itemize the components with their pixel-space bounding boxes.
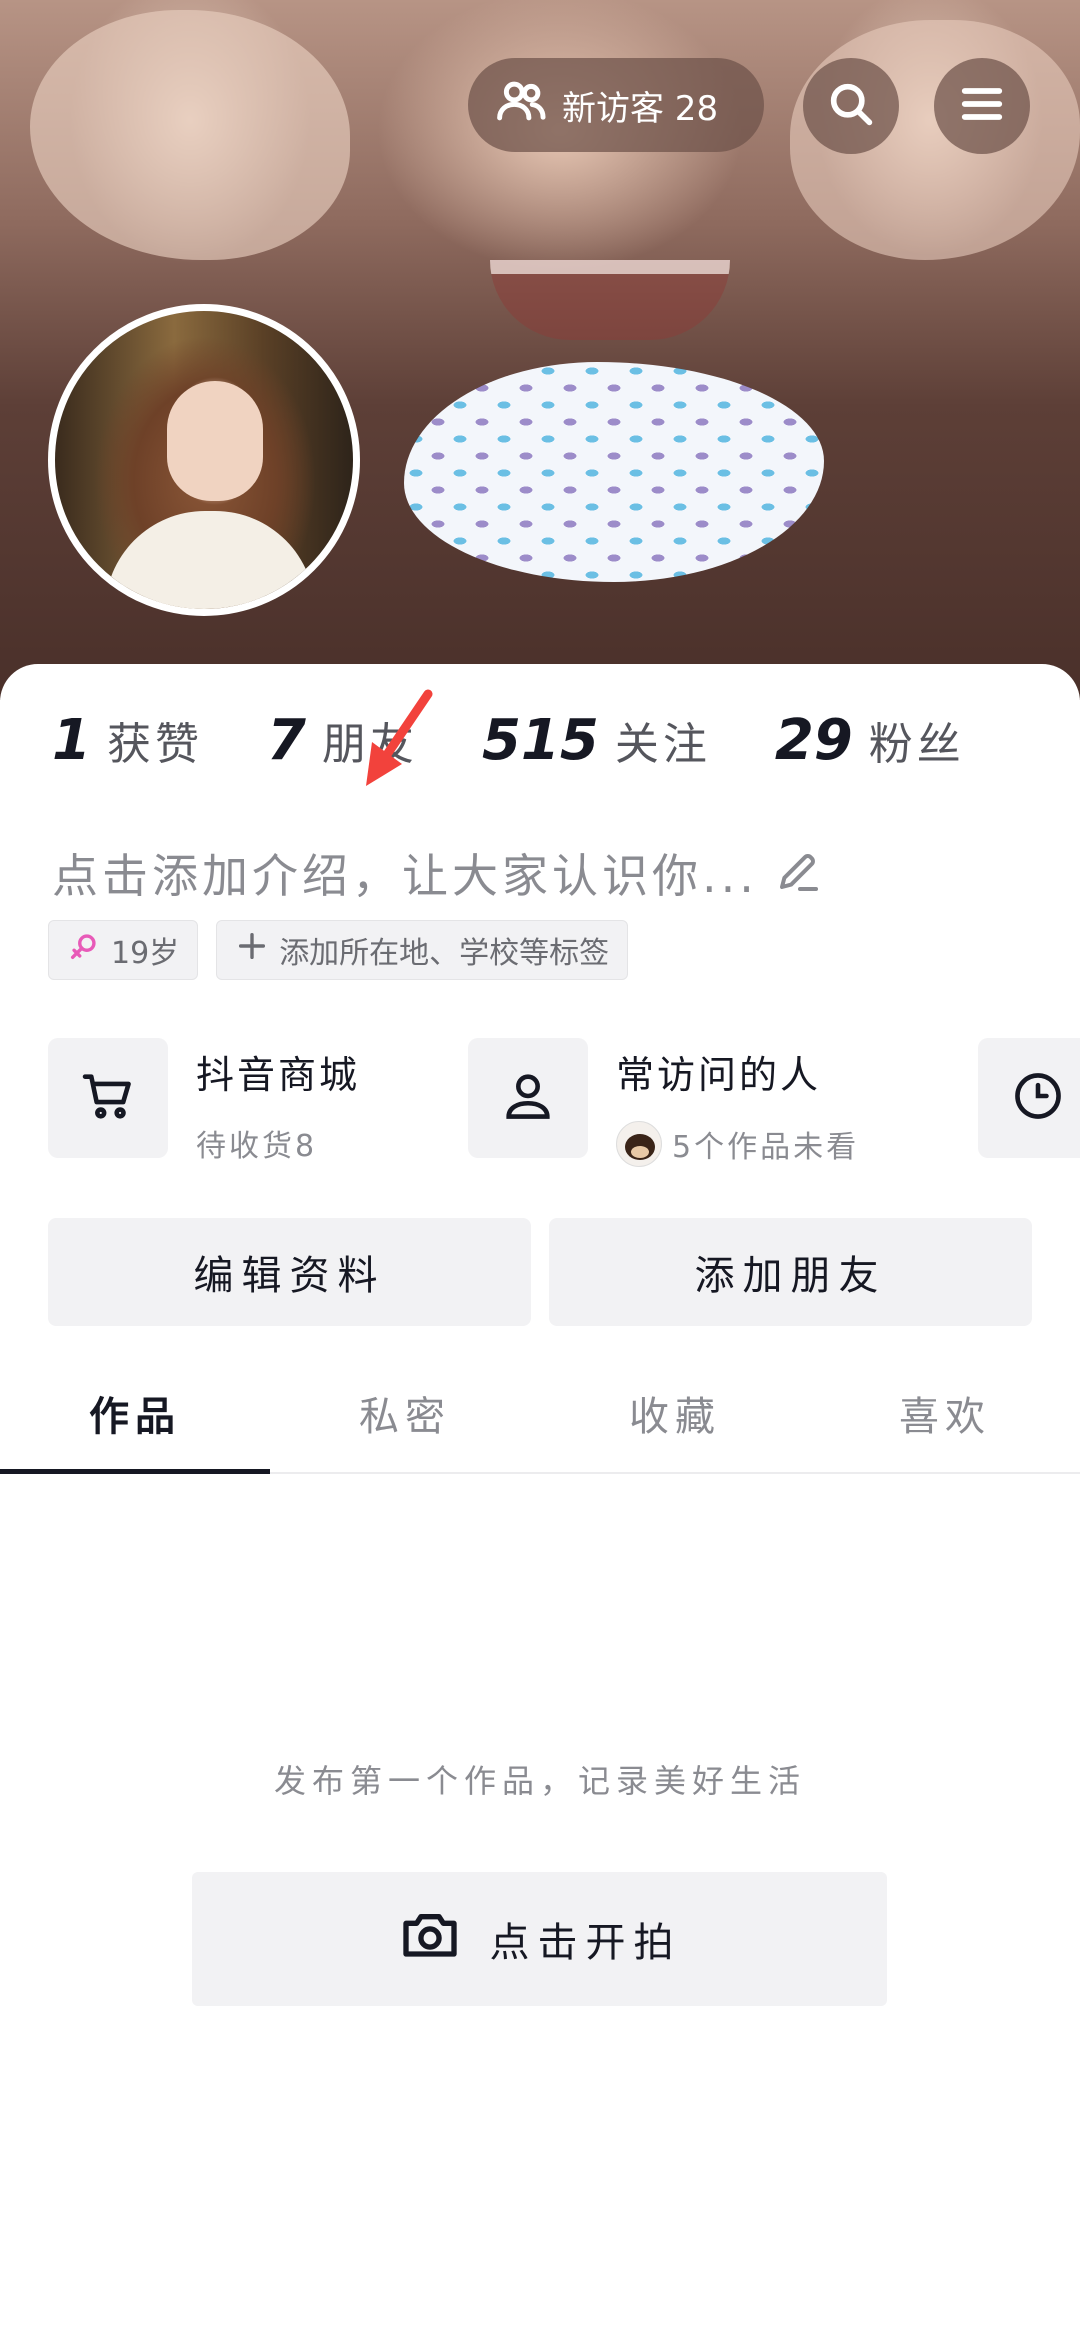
avatar-face bbox=[167, 381, 263, 501]
empty-state-text: 发布第一个作品，记录美好生活 bbox=[273, 1762, 806, 1800]
profile-card: 1 获赞 7 朋友 515 关注 29 粉丝 点击添加介绍，让大家认识你... bbox=[0, 664, 1080, 2344]
new-visitors-button[interactable]: 新访客 28 bbox=[468, 58, 764, 152]
bio-editor[interactable]: 点击添加介绍，让大家认识你... bbox=[52, 840, 822, 906]
shortcut-mall-subtitle: 待收货8 bbox=[196, 1129, 318, 1164]
bio-placeholder: 点击添加介绍，让大家认识你... bbox=[52, 849, 758, 903]
plus-icon bbox=[235, 929, 269, 971]
redacted-username bbox=[404, 362, 824, 582]
stat-following[interactable]: 515 关注 bbox=[482, 708, 711, 773]
shortcut-mall[interactable]: 抖音商城 待收货8 bbox=[48, 1038, 360, 1165]
stat-likes[interactable]: 1 获赞 bbox=[52, 708, 203, 773]
profile-actions: 编辑资料 添加朋友 bbox=[48, 1218, 1032, 1326]
tab-works[interactable]: 作品 bbox=[0, 1354, 270, 1474]
shortcut-frequent-sub-row: 5个作品未看 bbox=[616, 1121, 859, 1167]
shortcut-history-icon-box bbox=[978, 1038, 1080, 1158]
camera-icon bbox=[398, 1902, 462, 1976]
stat-followers-count: 29 bbox=[774, 708, 853, 773]
menu-button[interactable] bbox=[934, 58, 1030, 154]
visitor-mini-avatar bbox=[616, 1121, 662, 1167]
shortcut-frequent-title: 常访问的人 bbox=[616, 1053, 822, 1097]
cart-icon bbox=[79, 1067, 137, 1129]
age-tag[interactable]: 19岁 bbox=[48, 920, 199, 980]
add-tags-button[interactable]: 添加所在地、学校等标签 bbox=[216, 920, 629, 980]
shortcut-frequent-icon-box bbox=[468, 1038, 588, 1158]
start-shooting-button[interactable]: 点击开拍 bbox=[192, 1872, 887, 2006]
cover-photo-hand-left bbox=[30, 10, 350, 260]
menu-icon bbox=[956, 78, 1008, 134]
person-icon bbox=[499, 1067, 557, 1129]
tab-private[interactable]: 私密 bbox=[270, 1354, 540, 1472]
shortcut-history[interactable] bbox=[978, 1038, 1080, 1158]
avatar-shirt bbox=[105, 511, 315, 609]
clock-icon bbox=[1009, 1067, 1067, 1129]
stat-likes-label: 获赞 bbox=[106, 719, 203, 770]
stat-friends-count: 7 bbox=[266, 708, 306, 773]
new-visitors-label: 新访客 28 bbox=[562, 88, 719, 129]
female-icon bbox=[67, 929, 101, 971]
shortcut-mall-text: 抖音商城 待收货8 bbox=[196, 1038, 360, 1165]
start-shooting-label: 点击开拍 bbox=[489, 1920, 682, 1966]
shortcut-mall-title: 抖音商城 bbox=[196, 1053, 361, 1097]
shortcut-mall-icon-box bbox=[48, 1038, 168, 1158]
pencil-icon bbox=[774, 847, 822, 899]
shortcut-frequent-subtitle: 5个作品未看 bbox=[672, 1130, 860, 1165]
tab-likes[interactable]: 喜欢 bbox=[810, 1354, 1080, 1472]
search-icon bbox=[825, 78, 877, 134]
cover-photo-smile bbox=[490, 260, 730, 340]
content-tabs: 作品 私密 收藏 喜欢 bbox=[0, 1354, 1080, 1474]
search-button[interactable] bbox=[803, 58, 899, 154]
red-arrow-annotation bbox=[366, 689, 433, 786]
profile-cover[interactable]: 新访客 28 bbox=[0, 0, 1080, 700]
age-tag-label: 19岁 bbox=[111, 936, 180, 971]
stats-row: 1 获赞 7 朋友 515 关注 29 粉丝 bbox=[52, 708, 1029, 773]
profile-avatar[interactable] bbox=[48, 304, 360, 616]
tab-favorites[interactable]: 收藏 bbox=[540, 1354, 810, 1472]
visitors-icon bbox=[494, 74, 548, 137]
shortcut-frequent-visitors[interactable]: 常访问的人 5个作品未看 bbox=[468, 1038, 859, 1167]
stat-followers[interactable]: 29 粉丝 bbox=[775, 708, 965, 773]
stat-followers-label: 粉丝 bbox=[868, 719, 965, 770]
stat-following-label: 关注 bbox=[614, 719, 711, 770]
stat-likes-count: 1 bbox=[52, 708, 91, 773]
tags-row: 19岁 添加所在地、学校等标签 bbox=[48, 920, 629, 980]
edit-profile-button[interactable]: 编辑资料 bbox=[48, 1218, 531, 1326]
add-friend-button[interactable]: 添加朋友 bbox=[549, 1218, 1032, 1326]
shortcut-frequent-text: 常访问的人 5个作品未看 bbox=[616, 1038, 859, 1167]
stat-following-count: 515 bbox=[481, 708, 599, 773]
add-tags-label: 添加所在地、学校等标签 bbox=[279, 936, 610, 971]
